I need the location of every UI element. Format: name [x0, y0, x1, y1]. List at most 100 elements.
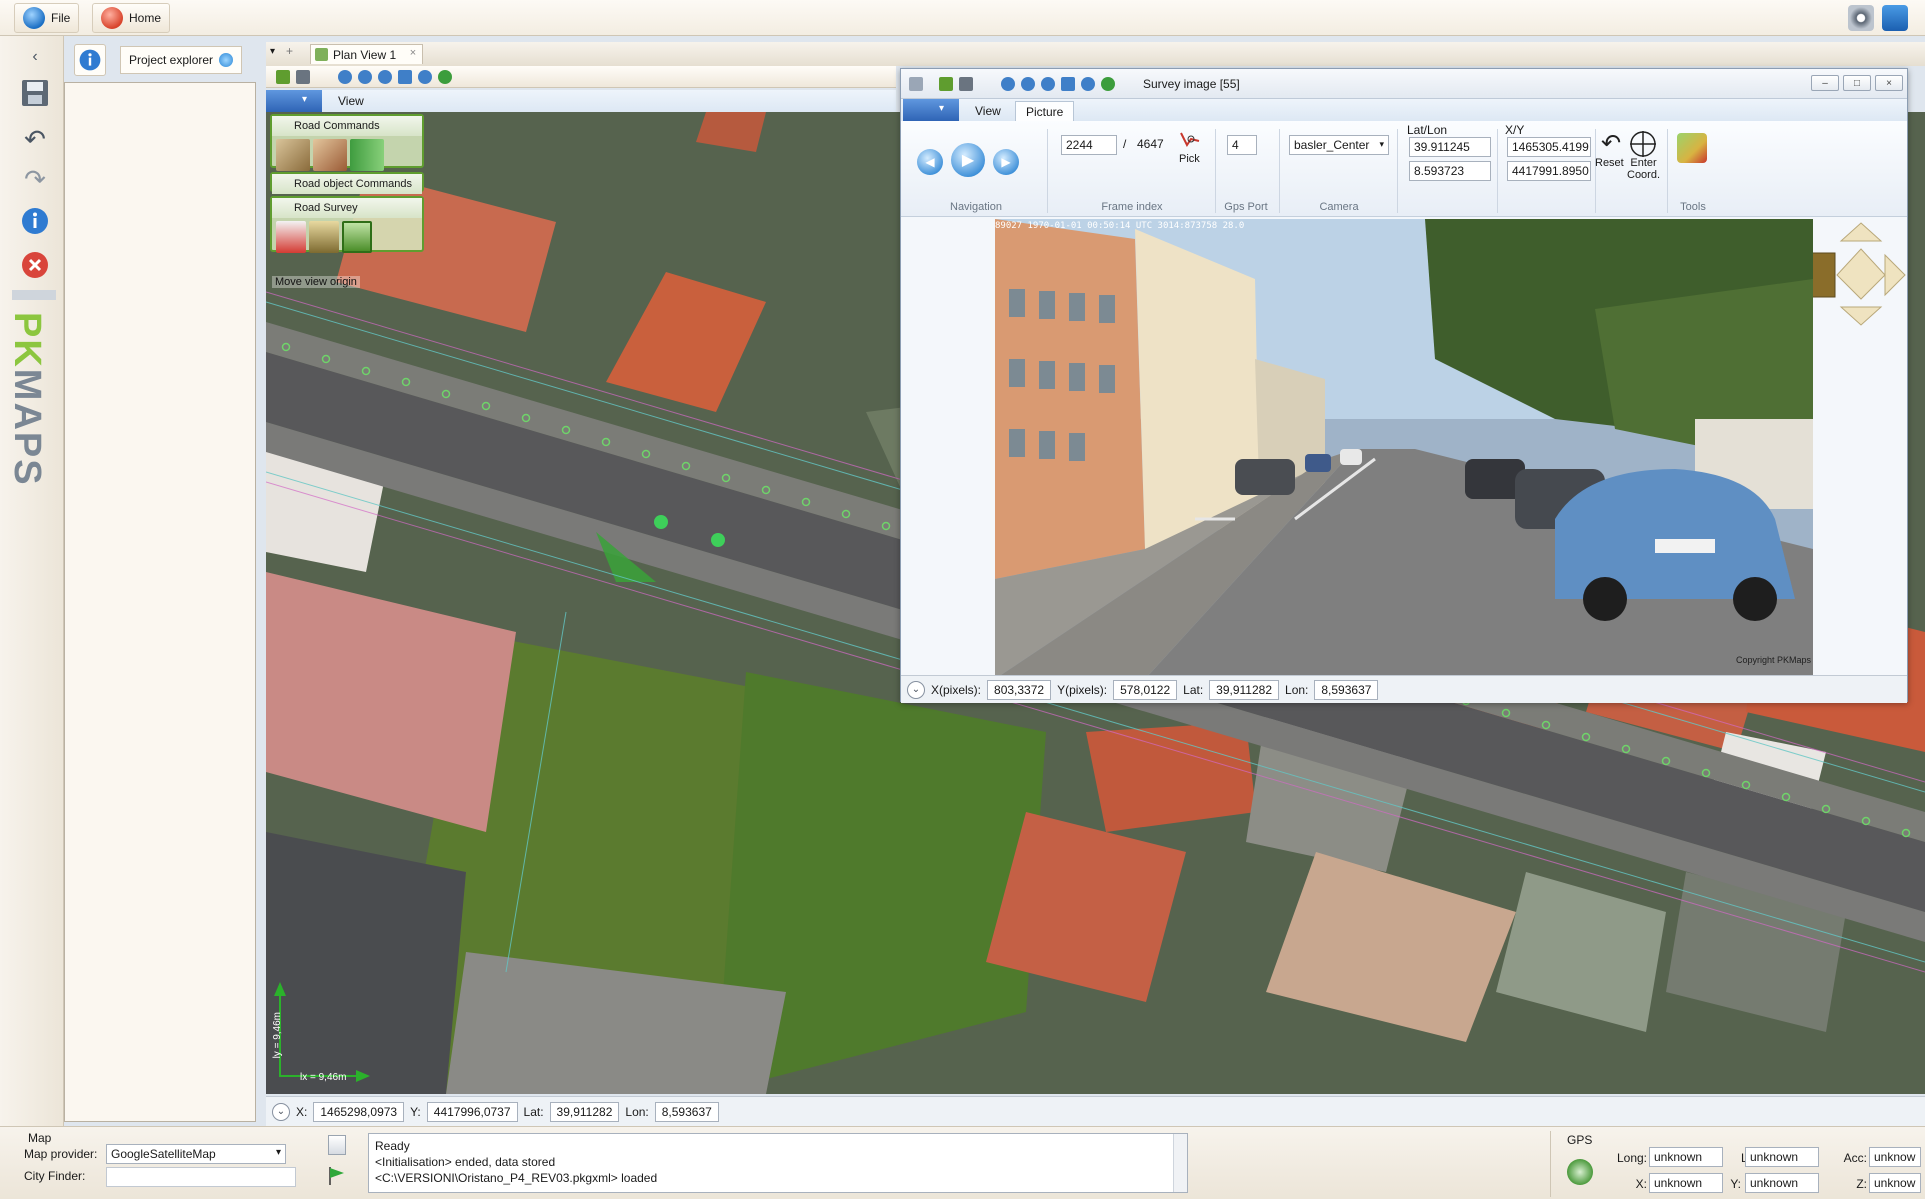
- refresh-icon[interactable]: [219, 53, 234, 67]
- plan-view-tabbar: ▾ +: [266, 42, 1925, 66]
- tab-view[interactable]: View: [338, 94, 364, 108]
- road-split-icon[interactable]: [350, 139, 384, 171]
- window-layout-icon[interactable]: [1882, 5, 1908, 31]
- pan-left-arrow-icon[interactable]: [1813, 252, 1836, 298]
- reset-label[interactable]: Reset: [1595, 157, 1624, 169]
- layers-icon[interactable]: [276, 70, 290, 84]
- window-menu-icon[interactable]: [909, 77, 923, 91]
- pan-right-arrow-icon[interactable]: [1884, 253, 1906, 297]
- zoom-in-icon[interactable]: [338, 70, 352, 84]
- refresh-map-icon[interactable]: [438, 70, 452, 84]
- save-icon[interactable]: [18, 76, 52, 110]
- ribbon-separator: [1667, 129, 1668, 213]
- y-coordinate-input[interactable]: 4417991.8950: [1507, 161, 1591, 181]
- zoom-extents-icon[interactable]: [418, 70, 432, 84]
- project-explorer-tab[interactable]: Project explorer: [120, 46, 243, 74]
- log-document-icon[interactable]: [328, 1135, 346, 1155]
- info-icon[interactable]: [18, 204, 52, 238]
- frame-total: 4647: [1137, 137, 1164, 151]
- lat-label: Lat:: [523, 1104, 544, 1119]
- gps-long-value: unknown: [1649, 1147, 1723, 1167]
- street-view-image[interactable]: [995, 219, 1813, 681]
- pick-icon[interactable]: [1177, 129, 1205, 151]
- play-button[interactable]: ▶: [951, 143, 985, 177]
- photo-pan-controls: [1813, 222, 1906, 326]
- crosshair-icon[interactable]: [1625, 129, 1661, 159]
- latitude-input[interactable]: 39.911245: [1409, 137, 1491, 157]
- minimize-button[interactable]: –: [1811, 75, 1839, 91]
- close-tab-icon[interactable]: ×: [410, 47, 416, 59]
- survey-tabbar: ▾ View Picture: [901, 99, 1907, 121]
- road-survey-panel: Road Survey: [270, 196, 424, 253]
- gps-lat-value: unknown: [1745, 1147, 1819, 1167]
- survey-titlebar[interactable]: Survey image [55] – □ ×: [901, 69, 1907, 99]
- pan-icon[interactable]: [1061, 77, 1075, 91]
- zoom-out-icon[interactable]: [1021, 77, 1035, 91]
- maximize-button[interactable]: □: [1843, 75, 1871, 91]
- settings-gear-icon[interactable]: [1848, 5, 1874, 31]
- print-icon[interactable]: [296, 70, 310, 84]
- refresh-icon[interactable]: [1101, 77, 1115, 91]
- road-commands-header[interactable]: Road Commands: [272, 116, 422, 136]
- gps-port-input[interactable]: 4: [1227, 135, 1257, 155]
- pan-up-arrow-icon[interactable]: [1839, 222, 1883, 242]
- tab-plan-view-1[interactable]: Plan View 1 ×: [310, 44, 424, 64]
- survey-image-window: Survey image [55] – □ × ▾ View Picture ◀…: [900, 68, 1908, 703]
- flag-icon[interactable]: [326, 1165, 348, 1187]
- previous-frame-button[interactable]: ◀: [917, 149, 943, 175]
- enter-coord-label[interactable]: Enter Coord.: [1627, 157, 1660, 181]
- zoom-extents-icon[interactable]: [1081, 77, 1095, 91]
- add-tab-icon[interactable]: +: [286, 44, 293, 58]
- survey-photo[interactable]: [995, 219, 1813, 681]
- road-warning-icon[interactable]: [276, 139, 310, 171]
- road-survey-header[interactable]: Road Survey: [272, 198, 422, 218]
- road-object-commands-header[interactable]: Road object Commands: [272, 174, 422, 194]
- home-tab[interactable]: Home: [92, 3, 171, 33]
- pick-label[interactable]: Pick: [1179, 153, 1200, 165]
- ribbon-menu-dropdown[interactable]: ▾: [266, 90, 322, 112]
- frame-index-input[interactable]: 2244: [1061, 135, 1117, 155]
- log-scrollbar[interactable]: [1173, 1134, 1187, 1192]
- survey-window-title: Survey image [55]: [1143, 77, 1240, 91]
- survey-camera-icon[interactable]: [342, 221, 372, 253]
- lon-label: Lon:: [625, 1104, 649, 1119]
- close-button[interactable]: ×: [1875, 75, 1903, 91]
- tools-icon[interactable]: [1677, 133, 1707, 163]
- city-finder-input[interactable]: [106, 1167, 296, 1187]
- zoom-window-icon[interactable]: [378, 70, 392, 84]
- longitude-input[interactable]: 8.593723: [1409, 161, 1491, 181]
- zoom-window-icon[interactable]: [1041, 77, 1055, 91]
- tab-list-dropdown-icon[interactable]: ▾: [270, 46, 275, 57]
- pan-icon[interactable]: [398, 70, 412, 84]
- survey-record-icon[interactable]: [276, 221, 306, 253]
- pan-down-arrow-icon[interactable]: [1839, 306, 1883, 326]
- file-menu-button[interactable]: File: [14, 3, 80, 33]
- collapse-panel-icon[interactable]: ‹: [18, 40, 52, 74]
- explorer-info-button[interactable]: [74, 44, 106, 76]
- tab-view[interactable]: View: [965, 101, 1011, 121]
- undo-icon[interactable]: ↶: [18, 122, 52, 156]
- layers-icon[interactable]: [939, 77, 953, 91]
- road-warning-alt-icon[interactable]: [313, 139, 347, 171]
- navigation-group-label: Navigation: [950, 201, 1002, 213]
- expand-status-icon[interactable]: ⌄: [907, 680, 925, 699]
- zoom-out-icon[interactable]: [358, 70, 372, 84]
- zoom-in-icon[interactable]: [1001, 77, 1015, 91]
- next-frame-button[interactable]: ▶: [993, 149, 1019, 175]
- x-coordinate-input[interactable]: 1465305.4199: [1507, 137, 1591, 157]
- expand-coordinates-icon[interactable]: ⌄: [272, 1102, 290, 1121]
- plan-view-ribbon: ▾ View: [266, 90, 896, 112]
- survey-menu-dropdown[interactable]: ▾: [903, 99, 959, 121]
- top-ribbon: File Home: [0, 0, 1925, 36]
- redo-icon[interactable]: ↷: [18, 162, 52, 196]
- camera-select[interactable]: basler_Center ▾: [1289, 135, 1389, 155]
- tab-picture[interactable]: Picture: [1015, 101, 1075, 121]
- gps-power-icon[interactable]: [1567, 1159, 1593, 1185]
- reset-icon[interactable]: ↶: [1593, 129, 1629, 158]
- scale-label-vertical: ly = 9,46m: [272, 1012, 283, 1059]
- pan-center-icon[interactable]: [1836, 248, 1886, 300]
- survey-tools-icon[interactable]: [309, 221, 339, 253]
- map-provider-select[interactable]: GoogleSatelliteMap ▾: [106, 1144, 286, 1164]
- print-icon[interactable]: [959, 77, 973, 91]
- close-project-icon[interactable]: [18, 248, 52, 282]
